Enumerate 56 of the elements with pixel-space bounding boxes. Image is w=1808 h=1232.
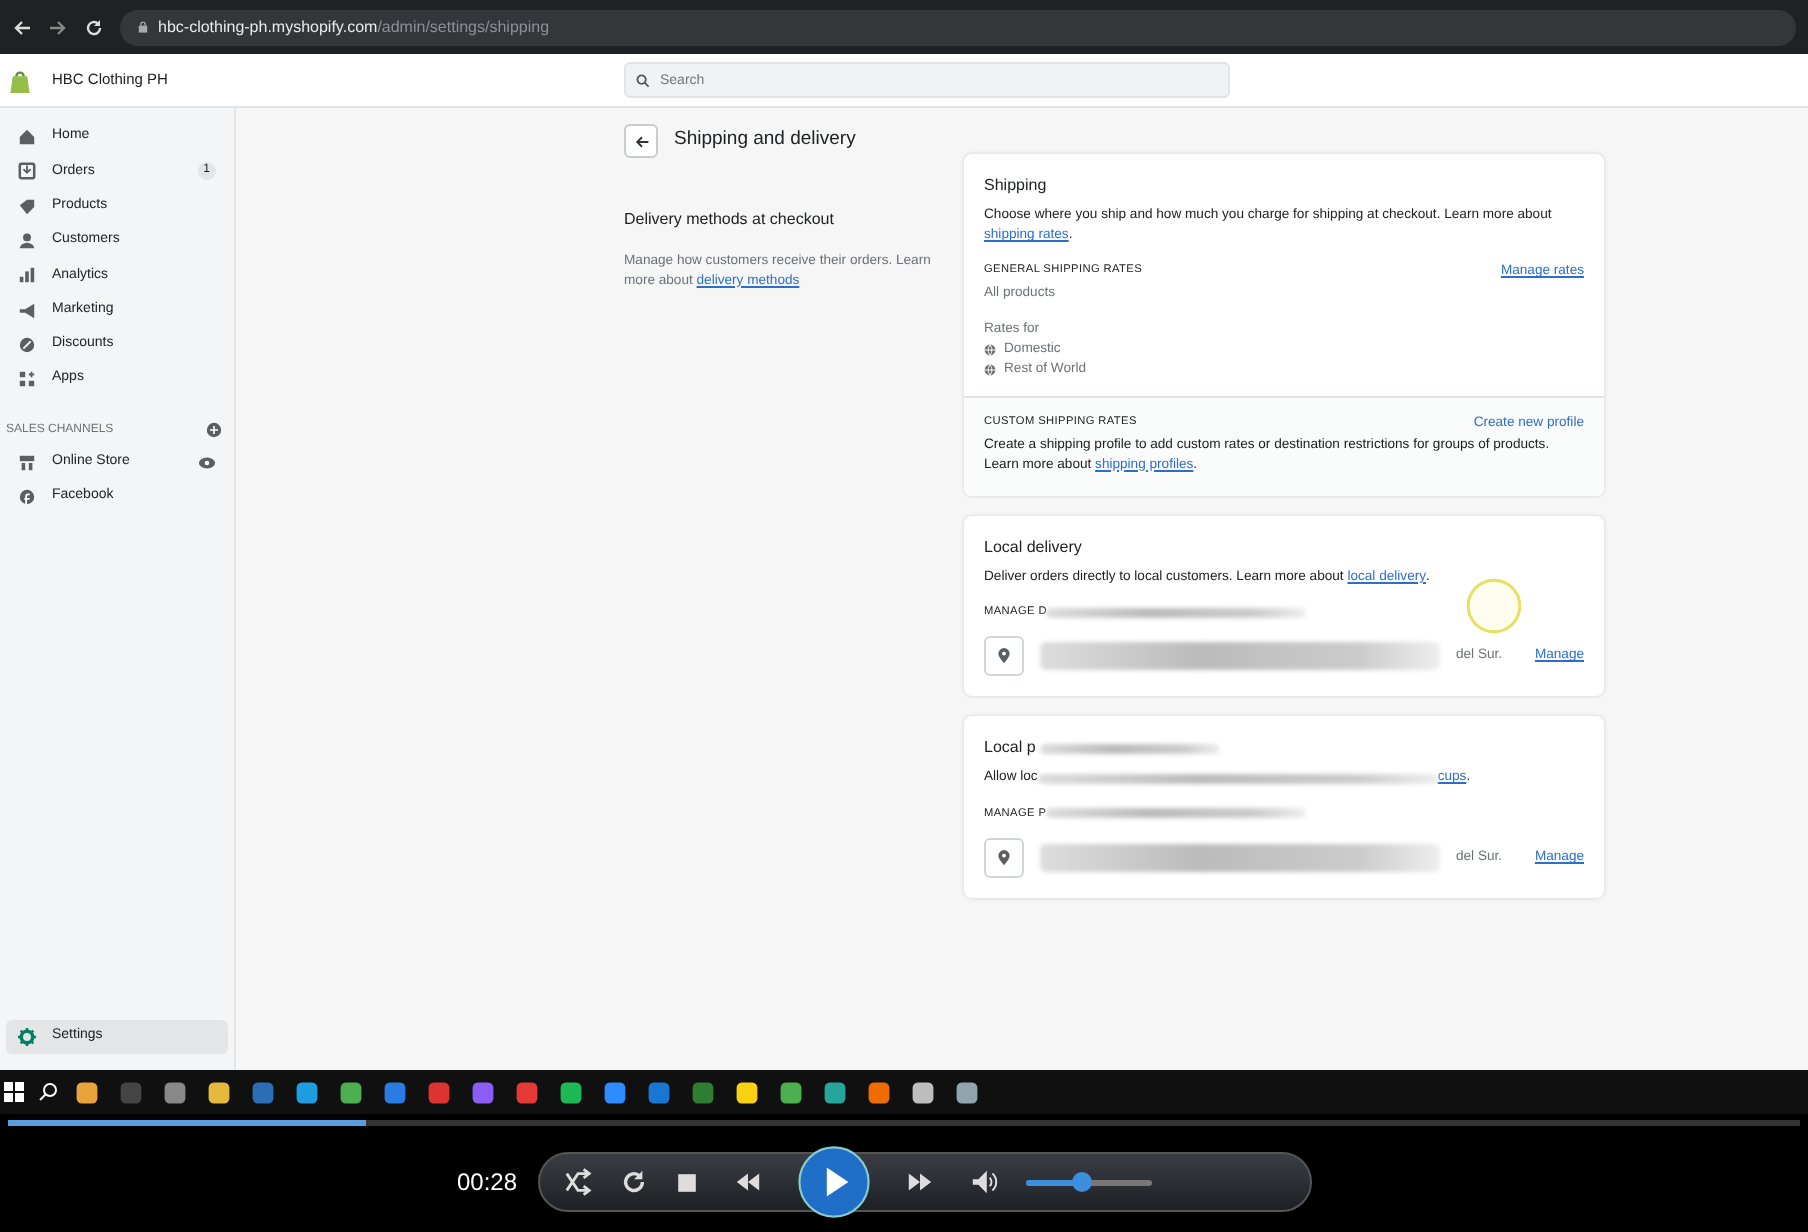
- search-icon[interactable]: [38, 1082, 58, 1102]
- location-pin-icon: [996, 648, 1012, 665]
- globe-icon: [984, 344, 996, 357]
- house-icon: [18, 128, 36, 147]
- speaker-icon[interactable]: [969, 1168, 998, 1196]
- app-icon[interactable]: [822, 1079, 848, 1105]
- lock-icon: [136, 20, 150, 34]
- app-icon[interactable]: [910, 1079, 936, 1105]
- tag-icon: [18, 197, 36, 216]
- card-title: Local delivery: [984, 535, 1082, 560]
- shuffle-icon[interactable]: [563, 1168, 592, 1196]
- card-title: Shipping: [984, 174, 1049, 198]
- reload-icon[interactable]: [84, 17, 104, 37]
- bar-chart-icon: [18, 266, 36, 285]
- windows-logo-icon[interactable]: [4, 1082, 24, 1102]
- section-title: Delivery methods at checkout: [624, 208, 836, 232]
- storefront-icon: [18, 453, 36, 472]
- card-title: Local p: [984, 736, 1036, 761]
- app-icon[interactable]: [866, 1079, 892, 1105]
- location-pin-button[interactable]: [984, 838, 1024, 879]
- shopping-bag-logo-icon: [8, 67, 32, 93]
- app-icon[interactable]: [294, 1079, 320, 1105]
- megaphone-icon: [18, 301, 36, 320]
- back-arrow-icon[interactable]: [12, 17, 32, 37]
- page-title: Shipping and delivery: [674, 126, 856, 155]
- facebook-icon: [18, 487, 36, 506]
- app-icon[interactable]: [734, 1079, 760, 1105]
- app-icon[interactable]: [558, 1079, 584, 1105]
- play-icon[interactable]: [797, 1146, 870, 1218]
- repeat-icon[interactable]: [619, 1168, 648, 1196]
- stop-icon[interactable]: [675, 1171, 698, 1193]
- back-arrow-icon: [633, 133, 649, 149]
- person-icon: [18, 232, 36, 251]
- location-pin-icon: [996, 850, 1012, 867]
- app-icon[interactable]: [206, 1079, 232, 1105]
- app-icon[interactable]: [602, 1079, 628, 1105]
- app-icon[interactable]: [778, 1079, 804, 1105]
- globe-icon: [984, 364, 996, 377]
- search-icon: [636, 73, 650, 87]
- gear-icon: [18, 1027, 36, 1046]
- playback-time: 00:28: [456, 1166, 518, 1200]
- address-bar[interactable]: hbc-clothing-ph.myshopify.com/admin/settings/shipping: [120, 9, 1796, 45]
- app-icon[interactable]: [338, 1079, 364, 1105]
- location-pin-button[interactable]: [984, 636, 1024, 677]
- app-icon[interactable]: [74, 1079, 100, 1105]
- add-icon[interactable]: [206, 422, 222, 439]
- app-icon[interactable]: [162, 1079, 188, 1105]
- apps-icon: [18, 370, 36, 389]
- forward-arrow-icon[interactable]: [48, 17, 68, 37]
- discount-icon: [18, 335, 36, 354]
- inbox-icon: [18, 162, 36, 181]
- back-button[interactable]: [624, 124, 658, 158]
- cursor-highlight-icon: [1464, 575, 1524, 636]
- app-icon[interactable]: [954, 1079, 980, 1105]
- volume-thumb[interactable]: [1071, 1171, 1092, 1191]
- eye-icon[interactable]: [198, 453, 216, 472]
